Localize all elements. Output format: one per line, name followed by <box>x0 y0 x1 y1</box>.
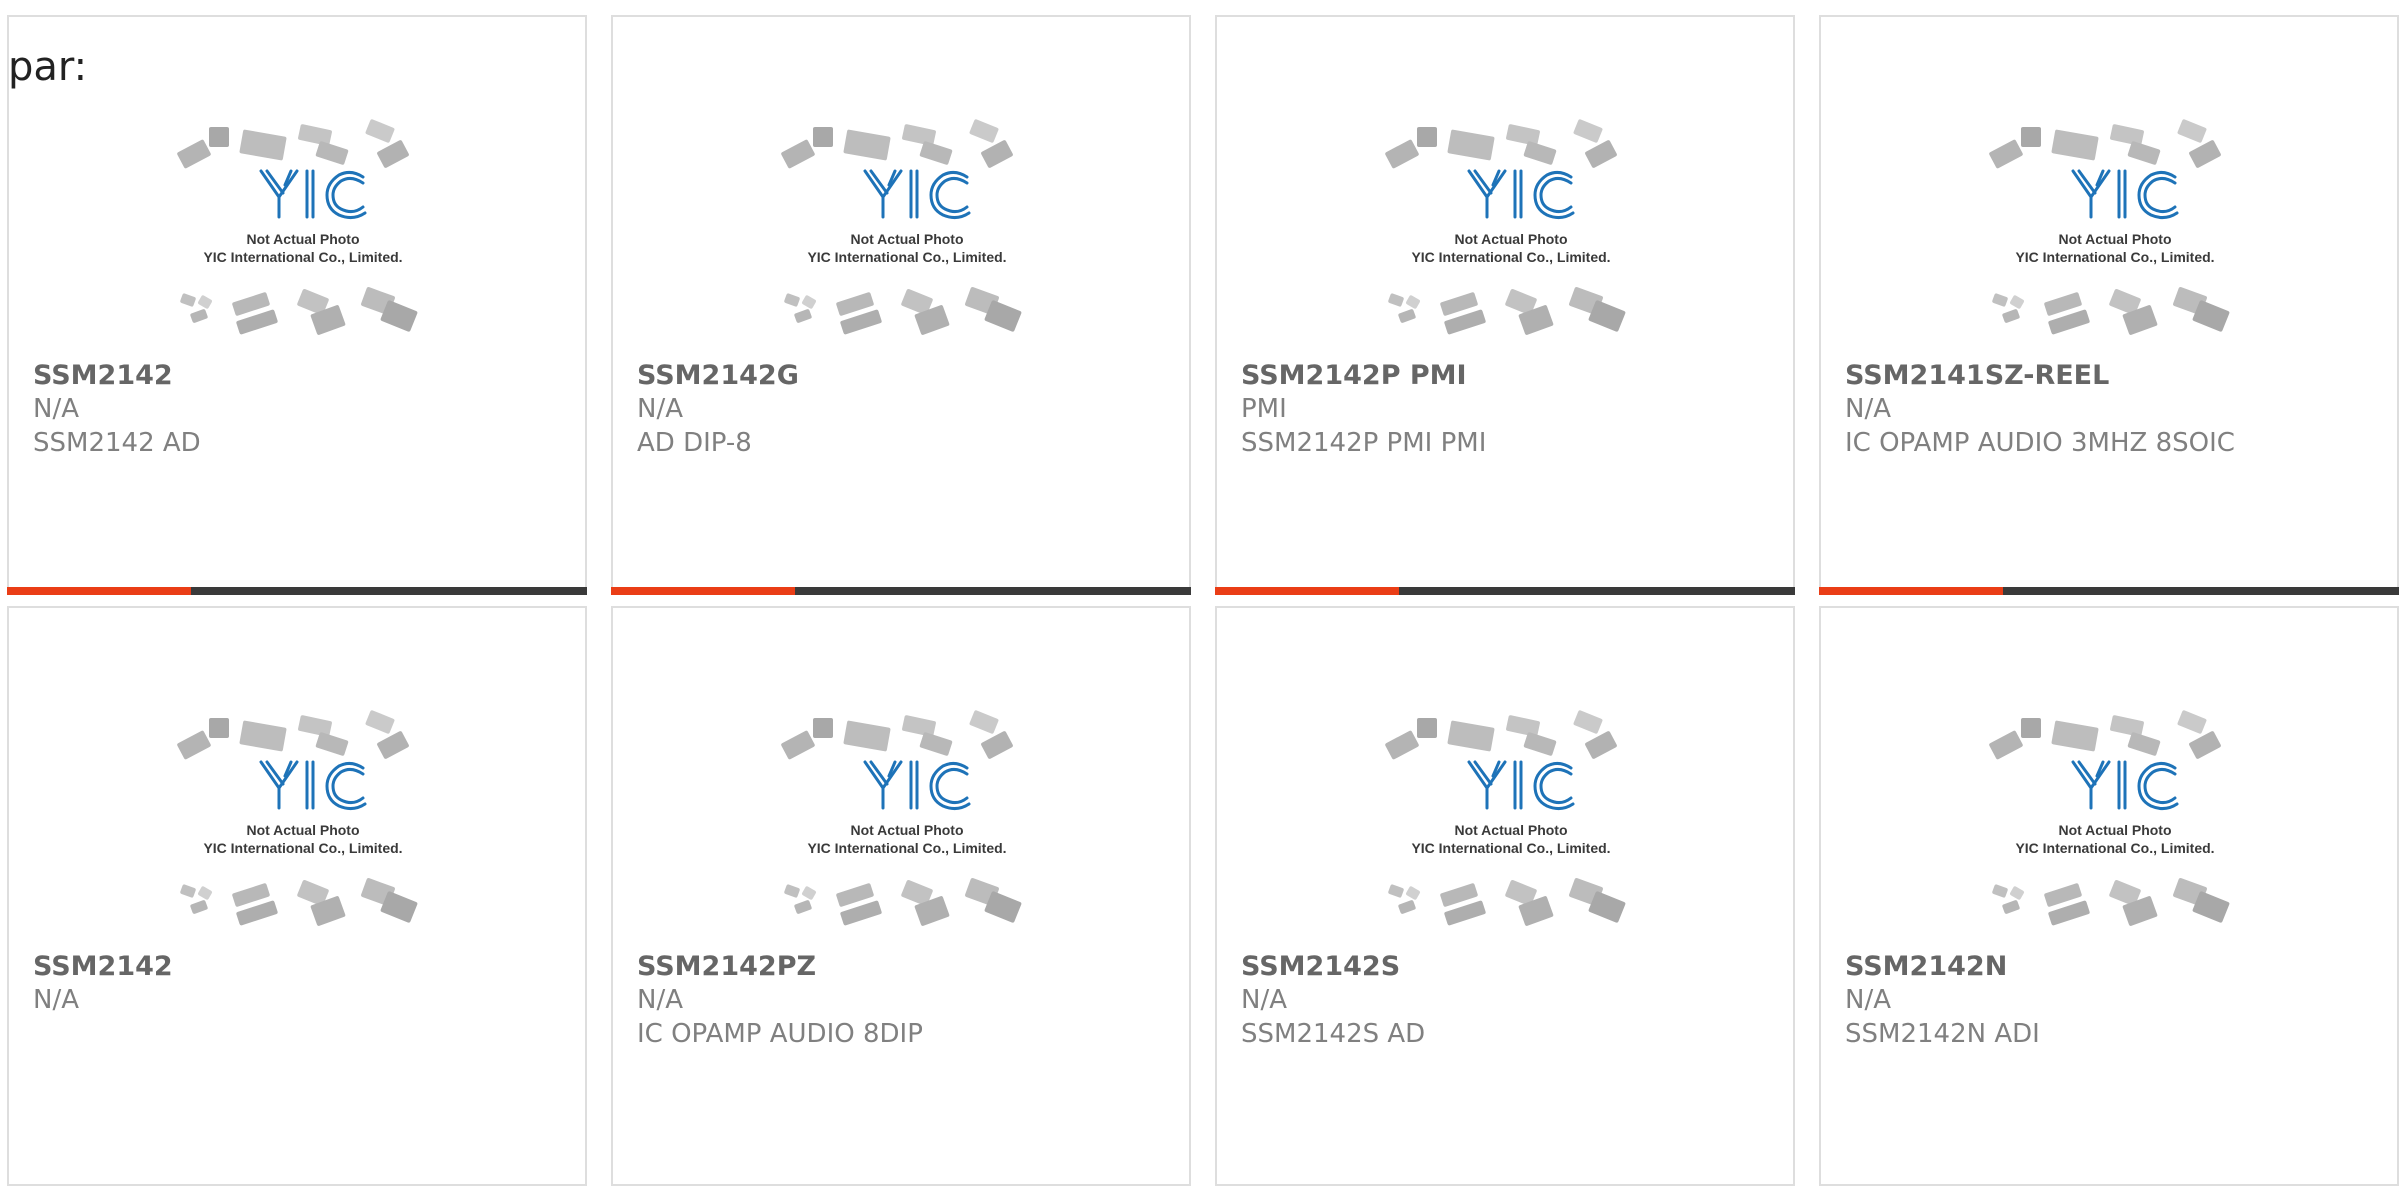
product-card[interactable]: Not Actual Photo YIC International Co., L… <box>1819 606 2399 1186</box>
svg-text:Not Actual Photo: Not Actual Photo <box>2058 822 2171 838</box>
product-manufacturer: N/A <box>637 985 683 1015</box>
product-manufacturer: N/A <box>1845 985 1891 1015</box>
product-image[interactable]: Not Actual Photo YIC International Co., L… <box>167 696 439 948</box>
product-name[interactable]: SSM2142S <box>1241 951 1400 982</box>
product-image[interactable]: Not Actual Photo YIC International Co., L… <box>1979 696 2251 948</box>
svg-text:Not Actual Photo: Not Actual Photo <box>2058 231 2171 247</box>
product-name[interactable]: SSM2142PZ <box>637 951 816 982</box>
product-description: SSM2142S AD <box>1241 1019 1426 1049</box>
svg-text:YIC International Co., Limited: YIC International Co., Limited. <box>2015 840 2214 856</box>
product-description: SSM2142 AD <box>33 428 201 458</box>
product-name[interactable]: SSM2142N <box>1845 951 2007 982</box>
product-image[interactable]: Not Actual Photo YIC International Co., L… <box>1375 696 1647 948</box>
product-grid: Not Actual Photo YIC International Co., L… <box>0 0 2400 1186</box>
product-description: IC OPAMP AUDIO 8DIP <box>637 1019 923 1049</box>
svg-text:YIC International Co., Limited: YIC International Co., Limited. <box>203 249 402 265</box>
svg-text:YIC International Co., Limited: YIC International Co., Limited. <box>2015 249 2214 265</box>
product-description: SSM2142N ADI <box>1845 1019 2040 1049</box>
card-bottom-bar <box>611 587 1191 595</box>
svg-text:YIC International Co., Limited: YIC International Co., Limited. <box>1411 840 1610 856</box>
product-image[interactable]: Not Actual Photo YIC International Co., L… <box>771 105 1043 357</box>
product-manufacturer: N/A <box>1241 985 1287 1015</box>
svg-text:Not Actual Photo: Not Actual Photo <box>850 231 963 247</box>
product-manufacturer: N/A <box>33 985 79 1015</box>
svg-text:YIC International Co., Limited: YIC International Co., Limited. <box>1411 249 1610 265</box>
card-accent-bar <box>611 587 795 595</box>
product-card[interactable]: Not Actual Photo YIC International Co., L… <box>7 15 587 595</box>
card-accent-bar <box>7 587 191 595</box>
product-name[interactable]: SSM2142 <box>33 360 173 391</box>
product-description: SSM2142P PMI PMI <box>1241 428 1487 458</box>
svg-text:YIC International Co., Limited: YIC International Co., Limited. <box>807 249 1006 265</box>
leading-text: par: <box>8 44 88 90</box>
product-image[interactable]: Not Actual Photo YIC International Co., L… <box>771 696 1043 948</box>
product-description: IC OPAMP AUDIO 3MHZ 8SOIC <box>1845 428 2235 458</box>
product-manufacturer: N/A <box>637 394 683 424</box>
svg-text:Not Actual Photo: Not Actual Photo <box>246 822 359 838</box>
product-card[interactable]: Not Actual Photo YIC International Co., L… <box>611 606 1191 1186</box>
card-accent-bar <box>1819 587 2003 595</box>
card-bottom-bar <box>7 587 587 595</box>
svg-text:Not Actual Photo: Not Actual Photo <box>850 822 963 838</box>
svg-text:Not Actual Photo: Not Actual Photo <box>1454 822 1567 838</box>
product-name[interactable]: SSM2142G <box>637 360 799 391</box>
svg-text:Not Actual Photo: Not Actual Photo <box>1454 231 1567 247</box>
card-bottom-bar <box>1819 587 2399 595</box>
product-card[interactable]: Not Actual Photo YIC International Co., L… <box>1215 15 1795 595</box>
product-name[interactable]: SSM2141SZ-REEL <box>1845 360 2109 391</box>
product-image[interactable]: Not Actual Photo YIC International Co., L… <box>1375 105 1647 357</box>
svg-text:Not Actual Photo: Not Actual Photo <box>246 231 359 247</box>
product-manufacturer: N/A <box>1845 394 1891 424</box>
svg-text:YIC International Co., Limited: YIC International Co., Limited. <box>203 840 402 856</box>
product-image[interactable]: Not Actual Photo YIC International Co., L… <box>167 105 439 357</box>
svg-text:YIC International Co., Limited: YIC International Co., Limited. <box>807 840 1006 856</box>
product-description: AD DIP-8 <box>637 428 752 458</box>
product-card[interactable]: Not Actual Photo YIC International Co., L… <box>1215 606 1795 1186</box>
product-card[interactable]: Not Actual Photo YIC International Co., L… <box>1819 15 2399 595</box>
product-name[interactable]: SSM2142 <box>33 951 173 982</box>
card-bottom-bar <box>1215 587 1795 595</box>
product-card[interactable]: Not Actual Photo YIC International Co., L… <box>7 606 587 1186</box>
product-manufacturer: N/A <box>33 394 79 424</box>
product-image[interactable]: Not Actual Photo YIC International Co., L… <box>1979 105 2251 357</box>
product-manufacturer: PMI <box>1241 394 1287 424</box>
card-accent-bar <box>1215 587 1399 595</box>
product-card[interactable]: Not Actual Photo YIC International Co., L… <box>611 15 1191 595</box>
product-name[interactable]: SSM2142P PMI <box>1241 360 1467 391</box>
